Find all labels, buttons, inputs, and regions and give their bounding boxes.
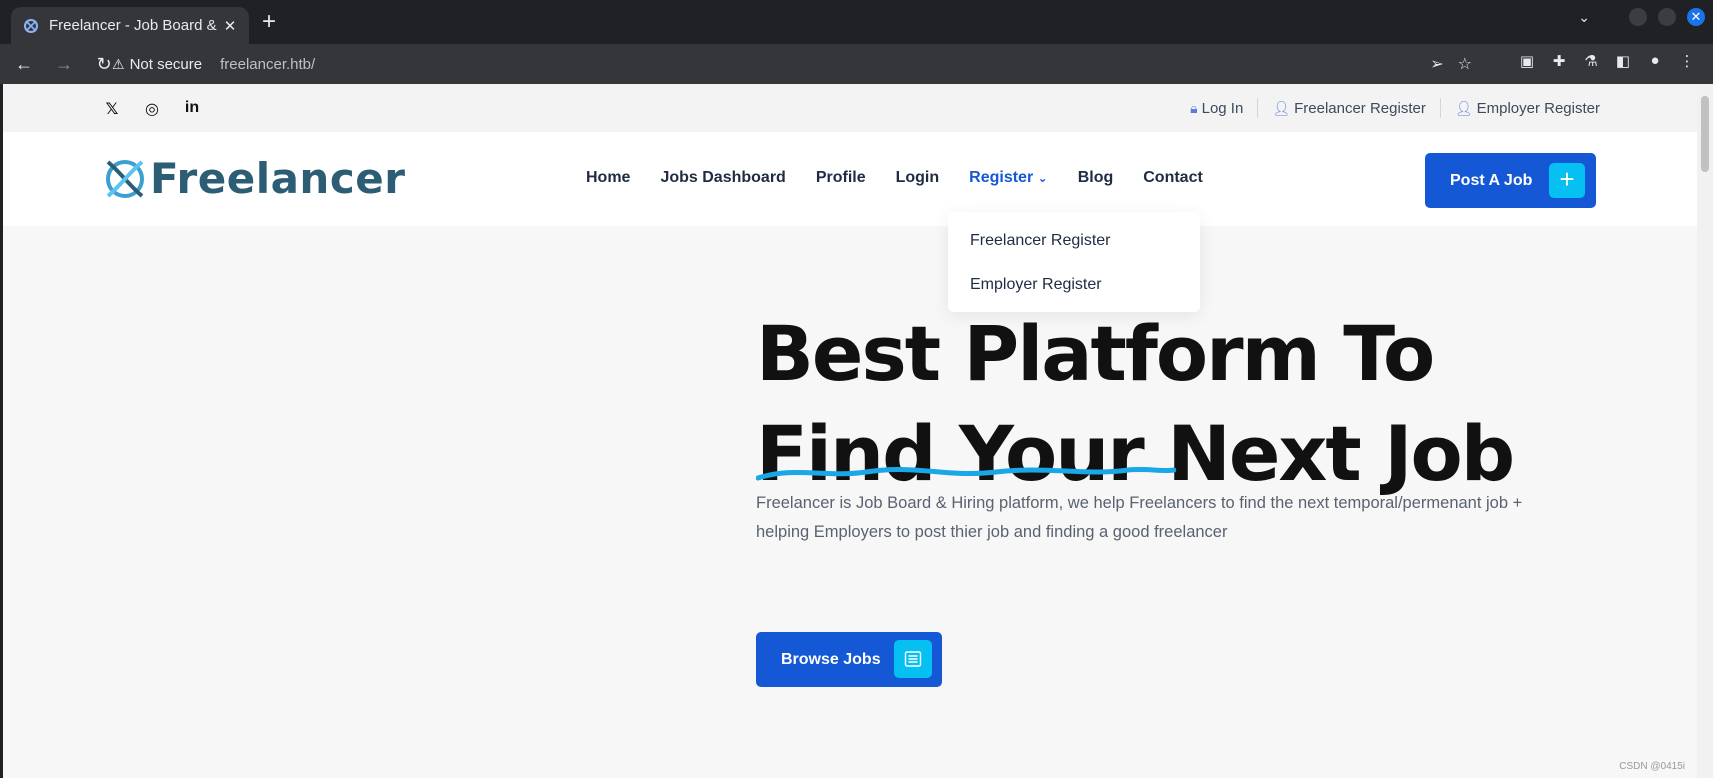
employer-register-link-label[interactable]: Employer Register (1477, 100, 1600, 117)
register-dropdown: Freelancer Register Employer Register (948, 212, 1200, 312)
hero-description: Freelancer is Job Board & Hiring platfor… (756, 494, 1523, 541)
main-menu: Home Jobs Dashboard Profile Login Regist… (586, 169, 1233, 187)
divider (1257, 98, 1259, 118)
back-icon[interactable]: ← (8, 54, 40, 75)
tab-close-icon[interactable]: ✕ (221, 17, 239, 35)
account-links: 🔒︎ Log In 👤︎ Freelancer Register 👤︎ Empl… (1190, 98, 1600, 118)
nav-register[interactable]: Register ⌄ (969, 169, 1048, 187)
tab-title: Freelancer - Job Board & Hiring platform (49, 17, 221, 34)
freelancer-favicon-icon (24, 18, 38, 33)
window-close-button[interactable]: ✕ (1687, 8, 1705, 26)
lab-flask-icon[interactable]: ⚗ (1575, 52, 1607, 70)
chevron-down-icon[interactable]: ⌄ (1038, 171, 1048, 185)
new-tab-icon[interactable]: + (262, 10, 276, 34)
address-bar[interactable]: ⚠ Not secure freelancer.htb/ ➢ ☆ (112, 48, 1472, 80)
freelancer-register-link[interactable]: 👤︎ Freelancer Register (1272, 100, 1426, 117)
post-job-button[interactable]: Post A Job + (1425, 153, 1596, 208)
warning-icon[interactable]: ⚠ (112, 56, 125, 73)
side-panel-icon[interactable]: ◧ (1607, 52, 1639, 70)
dropdown-employer-register[interactable]: Employer Register (970, 276, 1102, 294)
post-job-label[interactable]: Post A Job (1450, 172, 1532, 190)
nav-jobs-dashboard[interactable]: Jobs Dashboard (660, 169, 785, 187)
lock-icon: 🔒︎ (1190, 99, 1198, 116)
extensions-area: ▣ ✚ ⚗ ◧ ● ⋮ (1511, 52, 1703, 70)
bookmark-star-icon[interactable]: ☆ (1458, 54, 1472, 74)
menu-kebab-icon[interactable]: ⋮ (1671, 52, 1703, 70)
minimize-button[interactable] (1629, 8, 1647, 26)
nav-login[interactable]: Login (896, 169, 940, 187)
divider (1439, 98, 1441, 118)
send-icon[interactable]: ➢ (1430, 54, 1443, 74)
extension-icon[interactable]: ▣ (1511, 52, 1543, 70)
logo-text[interactable]: Freelancer (150, 154, 405, 203)
maximize-button[interactable] (1658, 8, 1676, 26)
employer-register-link[interactable]: 👤︎ Employer Register (1455, 100, 1600, 117)
page-viewport: 𝕏 ◎ in 🔒︎ Log In 👤︎ Freelancer Register … (3, 84, 1697, 778)
nav-contact[interactable]: Contact (1143, 169, 1203, 187)
login-link[interactable]: 🔒︎ Log In (1190, 100, 1243, 117)
list-icon[interactable] (894, 640, 932, 678)
main-navbar: Freelancer Home Jobs Dashboard Profile L… (3, 132, 1697, 226)
user-icon: 👤︎ (1272, 99, 1291, 116)
browser-toolbar: ← → ↻ ⚠ Not secure freelancer.htb/ ➢ ☆ (0, 44, 1713, 84)
instagram-icon[interactable]: ◎ (143, 99, 161, 119)
twitter-icon[interactable]: 𝕏 (103, 99, 121, 119)
underline-squiggle-icon (756, 466, 1176, 481)
social-links: 𝕏 ◎ in (103, 99, 223, 119)
browser-tabstrip: Freelancer - Job Board & Hiring platform… (0, 0, 1713, 44)
plus-icon[interactable]: + (1549, 163, 1585, 198)
header-topbar: 𝕏 ◎ in 🔒︎ Log In 👤︎ Freelancer Register … (3, 84, 1697, 132)
nav-blog[interactable]: Blog (1078, 169, 1114, 187)
dropdown-freelancer-register[interactable]: Freelancer Register (970, 232, 1111, 250)
logo-icon (106, 159, 144, 198)
user-icon: 👤︎ (1454, 99, 1473, 116)
browser-tab[interactable]: Freelancer - Job Board & Hiring platform… (11, 7, 249, 44)
nav-home[interactable]: Home (586, 169, 630, 187)
browse-jobs-label[interactable]: Browse Jobs (781, 651, 881, 669)
puzzle-icon[interactable]: ✚ (1543, 52, 1575, 70)
url-text[interactable]: freelancer.htb/ (220, 56, 315, 73)
site-logo[interactable]: Freelancer (102, 154, 405, 203)
page-scrollbar[interactable] (1697, 84, 1713, 778)
nav-register-label[interactable]: Register (969, 169, 1033, 186)
nav-profile[interactable]: Profile (816, 169, 866, 187)
login-link-label[interactable]: Log In (1202, 100, 1244, 117)
watermark: CSDN @0415i (1619, 761, 1685, 772)
list-icon-svg (904, 651, 922, 667)
forward-icon[interactable]: → (48, 54, 80, 75)
freelancer-register-link-label[interactable]: Freelancer Register (1294, 100, 1426, 117)
security-label[interactable]: Not secure (130, 56, 203, 73)
tab-search-icon[interactable]: ⌄ (1578, 9, 1590, 26)
linkedin-icon[interactable]: in (183, 99, 201, 119)
scroll-thumb[interactable] (1701, 96, 1709, 172)
browse-jobs-button[interactable]: Browse Jobs (756, 632, 942, 687)
profile-icon[interactable]: ● (1639, 52, 1671, 70)
hero-title-line1: Best Platform To (756, 309, 1435, 398)
